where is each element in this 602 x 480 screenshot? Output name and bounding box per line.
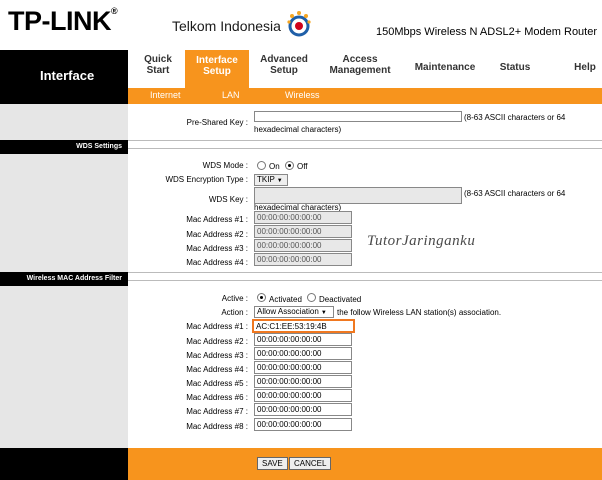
wds-mac-label: Mac Address #2 : — [186, 230, 248, 239]
section-title: Interface — [0, 50, 128, 104]
wds-off-label: Off — [297, 162, 308, 171]
deactivated-radio[interactable] — [307, 293, 316, 302]
activated-label: Activated — [269, 295, 302, 304]
deactivated-label: Deactivated — [319, 295, 362, 304]
sub-nav: Internet LAN Wireless — [128, 88, 602, 104]
wds-key-label: WDS Key : — [208, 195, 248, 204]
subnav-internet[interactable]: Internet — [150, 90, 181, 100]
footer-sidebar — [0, 448, 128, 480]
nav-help[interactable]: Help — [570, 62, 600, 73]
nav-status[interactable]: Status — [492, 62, 538, 73]
wds-enc-label: WDS Encryption Type : — [165, 175, 248, 184]
filter-mac-input[interactable]: 00:00:00:00:00:00 — [254, 361, 352, 374]
sidebar-gray-wds — [0, 154, 128, 272]
filter-mac-label: Mac Address #8 : — [186, 422, 248, 431]
wds-mac-label: Mac Address #4 : — [186, 258, 248, 267]
header: TP-LINK® Telkom Indonesia 150Mbps Wirele… — [0, 0, 602, 50]
filter-mac-label: Mac Address #7 : — [186, 407, 248, 416]
telkom-logo-icon — [287, 11, 311, 37]
filter-mac-label: Mac Address #5 : — [186, 379, 248, 388]
wds-section-title: WDS Settings — [0, 140, 128, 154]
wds-mac-label: Mac Address #1 : — [186, 215, 248, 224]
nav-interface-setup[interactable]: Interface Setup — [185, 50, 249, 88]
divider — [128, 148, 602, 149]
wds-on-radio[interactable] — [257, 161, 266, 170]
cancel-button[interactable]: CANCEL — [289, 457, 332, 470]
filter-mac-input[interactable]: 00:00:00:00:00:00 — [254, 375, 352, 388]
nav-quick-start[interactable]: Quick Start — [136, 54, 180, 76]
filter-mac-label: Mac Address #3 : — [186, 351, 248, 360]
wds-mode-label: WDS Mode : — [202, 161, 248, 170]
chevron-down-icon: ▼ — [276, 178, 283, 184]
telkom-logo-text: Telkom Indonesia — [172, 18, 281, 34]
filter-mac-input[interactable]: 00:00:00:00:00:00 — [254, 347, 352, 360]
action-hint: the follow Wireless LAN station(s) assoc… — [337, 308, 502, 317]
watermark: TutorJaringanku — [367, 233, 476, 249]
activated-radio[interactable] — [257, 293, 266, 302]
filter-mac-input[interactable]: 00:00:00:00:00:00 — [254, 403, 352, 416]
wds-mac-input[interactable]: 00:00:00:00:00:00 — [254, 239, 352, 252]
psk-hint: (8-63 ASCII characters or 64 — [464, 113, 566, 122]
tp-link-logo: TP-LINK® — [8, 6, 118, 36]
filter-mac-input[interactable]: 00:00:00:00:00:00 — [254, 333, 352, 346]
psk-hint-2: hexadecimal characters) — [254, 125, 342, 134]
subnav-lan[interactable]: LAN — [222, 90, 240, 100]
wds-mac-input[interactable]: 00:00:00:00:00:00 — [254, 225, 352, 238]
sidebar-gray-filter — [0, 286, 128, 448]
filter-mac-label: Mac Address #2 : — [186, 337, 248, 346]
wds-mac-input[interactable]: 00:00:00:00:00:00 — [254, 211, 352, 224]
filter-mac-input[interactable]: 00:00:00:00:00:00 — [254, 389, 352, 402]
filter-mac-label: Mac Address #1 : — [186, 322, 248, 331]
filter-mac-label: Mac Address #4 : — [186, 365, 248, 374]
filter-mac-label: Mac Address #6 : — [186, 393, 248, 402]
action-select[interactable]: Allow Association ▼ — [254, 306, 334, 318]
wds-on-label: On — [269, 162, 280, 171]
nav-advanced-setup[interactable]: Advanced Setup — [254, 54, 314, 76]
footer-bar — [128, 448, 602, 480]
wds-off-radio[interactable] — [285, 161, 294, 170]
filter-mac-input[interactable]: AC:C1:EE:53:19:4B — [252, 319, 355, 333]
wds-enc-select[interactable]: TKIP ▼ — [254, 174, 288, 186]
psk-label: Pre-Shared Key : — [186, 118, 248, 127]
wds-mac-input[interactable]: 00:00:00:00:00:00 — [254, 253, 352, 266]
wds-mac-label: Mac Address #3 : — [186, 244, 248, 253]
psk-input[interactable] — [254, 111, 462, 122]
nav-access-management[interactable]: Access Management — [322, 54, 398, 76]
action-label: Action : — [221, 308, 248, 317]
filter-mac-input[interactable]: 00:00:00:00:00:00 — [254, 418, 352, 431]
wds-key-hint: (8-63 ASCII characters or 64 — [464, 189, 566, 198]
chevron-down-icon: ▼ — [320, 310, 327, 316]
sidebar-gray-top — [0, 104, 128, 140]
divider — [128, 280, 602, 281]
nav-maintenance[interactable]: Maintenance — [410, 62, 480, 73]
save-button[interactable]: SAVE — [257, 457, 288, 470]
product-name: 150Mbps Wireless N ADSL2+ Modem Router — [376, 26, 598, 38]
subnav-wireless[interactable]: Wireless — [285, 90, 320, 100]
active-label: Active : — [221, 294, 248, 303]
filter-section-title: Wireless MAC Address Filter — [0, 272, 128, 286]
wds-key-input[interactable] — [254, 187, 462, 204]
